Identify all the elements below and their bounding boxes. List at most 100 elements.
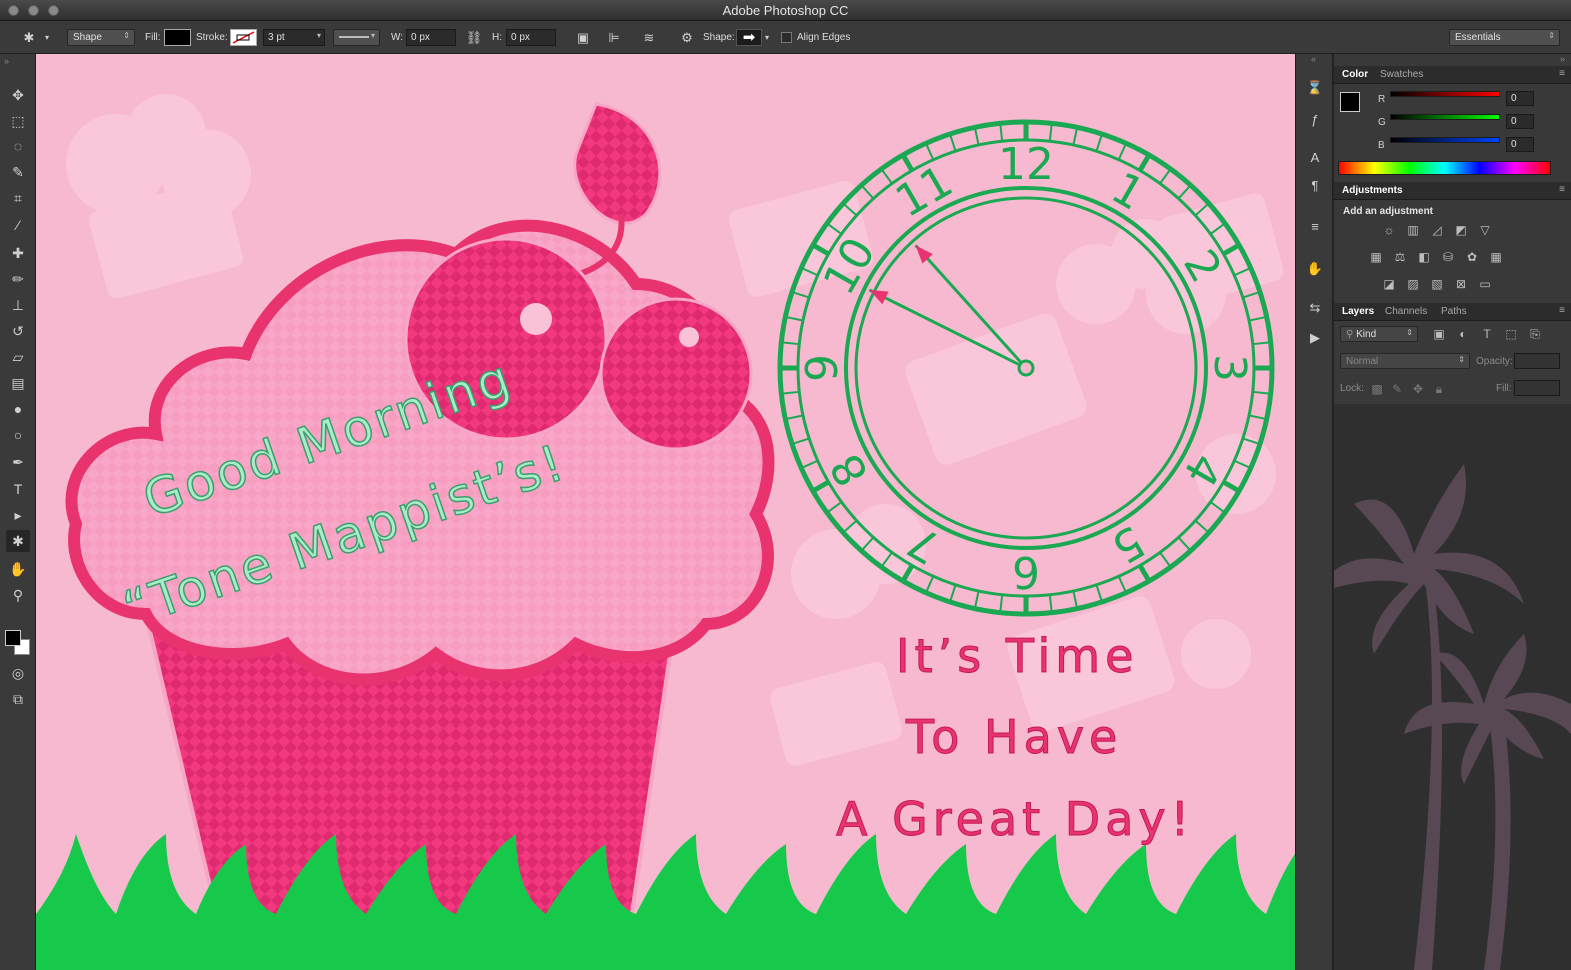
green-slider[interactable] (1390, 114, 1500, 120)
quick-mask-icon[interactable]: ◎ (6, 662, 30, 684)
gradient-map-icon[interactable]: ▭ (1476, 276, 1494, 292)
zoom-tool[interactable]: ⚲ (6, 584, 30, 606)
lock-image-icon[interactable]: ✎ (1388, 381, 1406, 397)
lock-position-icon[interactable]: ✥ (1409, 381, 1427, 397)
marquee-tool[interactable]: ⬚ (6, 110, 30, 132)
stroke-width-field[interactable]: 3 pt ▾ (263, 29, 325, 46)
panel-menu-icon[interactable]: ≡ (1559, 305, 1565, 316)
clone-stamp-tool[interactable]: ⊥ (6, 294, 30, 316)
properties-icon[interactable]: ≡ (1304, 217, 1326, 237)
type-tool[interactable]: T (6, 478, 30, 500)
expand-icon[interactable]: « (1311, 54, 1316, 64)
invert-icon[interactable]: ◪ (1380, 276, 1398, 292)
blue-value[interactable]: 0 (1506, 137, 1534, 152)
tab-color[interactable]: Color (1342, 69, 1368, 80)
lock-all-icon[interactable]: 🔒︎ (1430, 381, 1448, 397)
eyedropper-tool[interactable]: ⁄ (6, 214, 30, 236)
path-arrangement-icon[interactable]: ≋ (640, 29, 658, 47)
threshold-icon[interactable]: ▧ (1428, 276, 1446, 292)
custom-shape-preset-icon[interactable]: ✱ (20, 29, 38, 47)
eraser-tool[interactable]: ▱ (6, 346, 30, 368)
opacity-field[interactable] (1514, 353, 1560, 369)
width-field[interactable]: 0 px (406, 29, 456, 46)
tab-swatches[interactable]: Swatches (1380, 69, 1423, 80)
adjustment-layer-filter-icon[interactable]: ◐ (1454, 326, 1472, 342)
stroke-type-select[interactable]: ▾ (333, 29, 380, 46)
curves-icon[interactable]: ◿ (1428, 222, 1446, 238)
color-spectrum-ramp[interactable] (1338, 161, 1551, 175)
type-layer-filter-icon[interactable]: T (1478, 326, 1496, 342)
paragraph-icon[interactable]: ¶ (1304, 176, 1326, 196)
blend-mode-select[interactable]: Normal ⇕ (1340, 353, 1470, 369)
actions-icon[interactable]: ⇆ (1304, 298, 1326, 318)
stroke-swatch[interactable] (230, 29, 257, 46)
fill-swatch[interactable] (164, 29, 191, 46)
chevron-down-icon[interactable]: ▾ (763, 29, 771, 47)
document-canvas[interactable]: Good Morning “Tone Mappist’s! 12 1 2 3 4 5 6 7 8… (36, 54, 1295, 970)
layers-list[interactable] (1334, 404, 1571, 970)
history-brush-tool[interactable]: ↺ (6, 320, 30, 342)
foreground-color-swatch[interactable] (5, 630, 21, 646)
align-edges-checkbox[interactable] (781, 32, 792, 43)
blue-slider[interactable] (1390, 137, 1500, 143)
foreground-color-swatch[interactable] (1340, 92, 1360, 112)
play-icon[interactable]: ▶ (1304, 328, 1326, 348)
chevron-down-icon[interactable]: ▾ (42, 29, 52, 47)
pixel-layer-filter-icon[interactable]: ▣ (1430, 326, 1448, 342)
red-slider[interactable] (1390, 91, 1500, 97)
gear-icon[interactable]: ⚙ (678, 29, 696, 47)
panel-menu-icon[interactable]: ≡ (1559, 68, 1565, 79)
blur-tool[interactable]: ● (6, 398, 30, 420)
styles-icon[interactable]: ƒ (1304, 110, 1326, 130)
path-alignment-icon[interactable]: ⊫ (605, 29, 623, 47)
tool-mode-select[interactable]: Shape ⇕ (67, 29, 135, 46)
channel-mixer-icon[interactable]: ✿ (1463, 249, 1481, 265)
panel-menu-icon[interactable]: ≡ (1559, 184, 1565, 195)
brightness-icon[interactable]: ☼ (1380, 222, 1398, 238)
custom-shape-tool[interactable]: ✱ (6, 530, 30, 552)
path-operations-icon[interactable]: ▣ (574, 29, 592, 47)
tab-paths[interactable]: Paths (1441, 306, 1467, 317)
red-value[interactable]: 0 (1506, 91, 1534, 106)
exposure-icon[interactable]: ◩ (1452, 222, 1470, 238)
workspace-select[interactable]: Essentials ⇕ (1449, 29, 1560, 46)
layer-filter-select[interactable]: ⚲ Kind ⇕ (1340, 326, 1418, 342)
link-icon[interactable]: ⛓ (465, 29, 483, 47)
lasso-tool[interactable]: ◌ (6, 135, 30, 157)
lock-transparent-icon[interactable]: ▩ (1368, 381, 1386, 397)
move-tool[interactable]: ✥ (6, 84, 30, 106)
black-white-icon[interactable]: ◧ (1415, 249, 1433, 265)
color-balance-icon[interactable]: ⚖ (1391, 249, 1409, 265)
vibrance-icon[interactable]: ▽ (1476, 222, 1494, 238)
brush-tool[interactable]: ✏ (6, 268, 30, 290)
tab-channels[interactable]: Channels (1385, 306, 1427, 317)
color-lookup-icon[interactable]: ▦ (1487, 249, 1505, 265)
crop-tool[interactable]: ⌗ (6, 187, 30, 209)
height-field[interactable]: 0 px (506, 29, 556, 46)
tab-adjustments[interactable]: Adjustments (1342, 185, 1403, 196)
shape-layer-filter-icon[interactable]: ⬚ (1502, 326, 1520, 342)
collapse-icon[interactable]: » (1560, 54, 1565, 64)
hand-tool[interactable]: ✋ (6, 558, 30, 580)
tab-layers[interactable]: Layers (1342, 306, 1374, 317)
brush-presets-icon[interactable]: ✋ (1304, 259, 1326, 279)
screen-mode-icon[interactable]: ⧉ (6, 688, 30, 710)
hue-saturation-icon[interactable]: ▦ (1367, 249, 1385, 265)
quick-select-tool[interactable]: ✎ (6, 161, 30, 183)
character-icon[interactable]: A (1304, 148, 1326, 168)
arrow-shape-icon[interactable]: ➡ (736, 29, 762, 46)
path-select-tool[interactable]: ▸ (6, 504, 30, 526)
dodge-tool[interactable]: ○ (6, 424, 30, 446)
healing-brush-tool[interactable]: ✚ (6, 242, 30, 264)
photo-filter-icon[interactable]: ⛁ (1439, 249, 1457, 265)
history-icon[interactable]: ⌛ (1304, 78, 1326, 98)
collapse-icon[interactable]: » (4, 56, 9, 66)
green-value[interactable]: 0 (1506, 114, 1534, 129)
gradient-tool[interactable]: ▤ (6, 372, 30, 394)
fill-field[interactable] (1514, 380, 1560, 396)
selective-color-icon[interactable]: ⊠ (1452, 276, 1470, 292)
pen-tool[interactable]: ✒ (6, 451, 30, 473)
levels-icon[interactable]: ▥ (1404, 222, 1422, 238)
smart-object-filter-icon[interactable]: ⎘ (1526, 326, 1544, 342)
posterize-icon[interactable]: ▨ (1404, 276, 1422, 292)
